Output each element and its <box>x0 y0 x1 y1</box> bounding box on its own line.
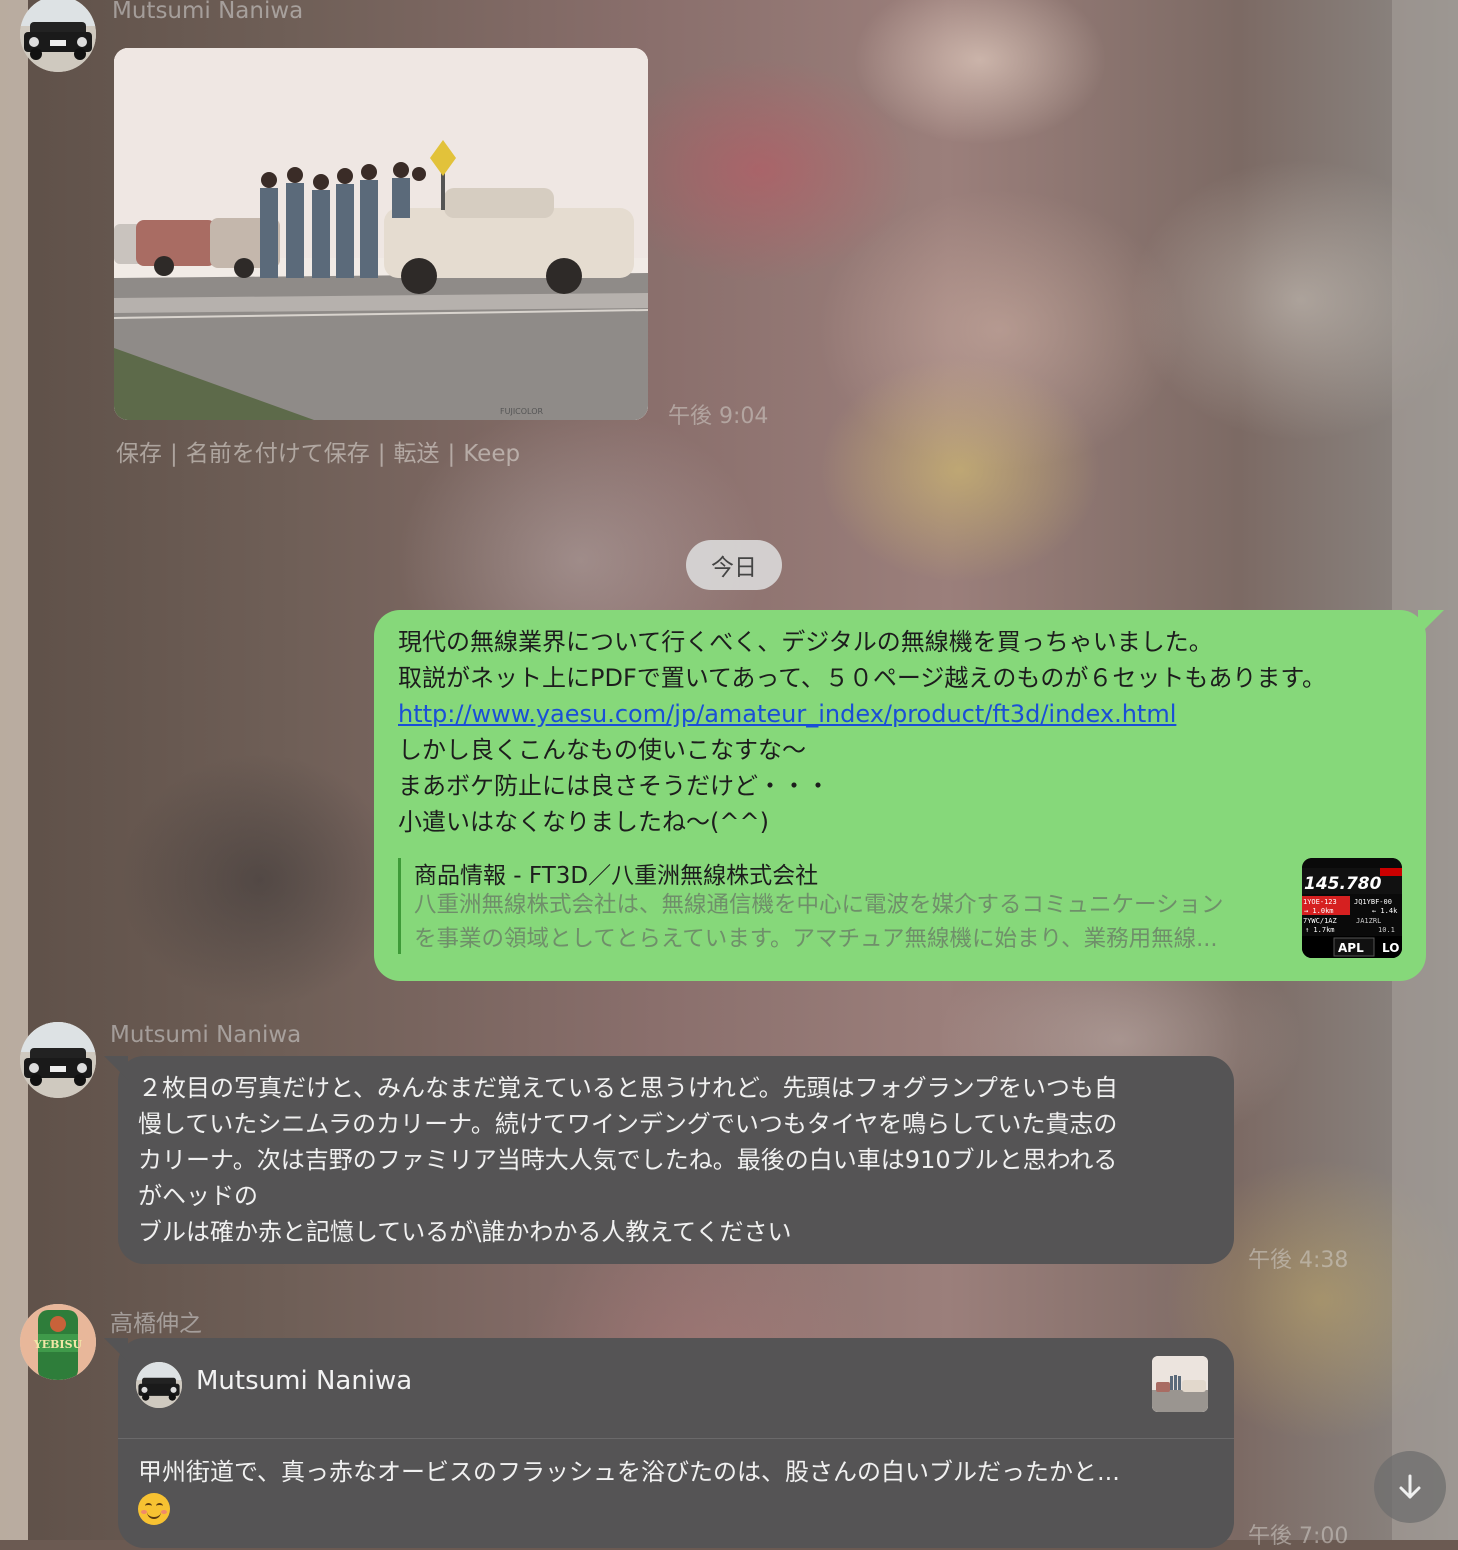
sender-name: Mutsumi Naniwa <box>112 0 304 24</box>
separator: | <box>447 441 456 467</box>
preview-thumb-row: ↑ 1.7km <box>1305 926 1335 934</box>
message-line: 取説がネット上にPDFで置いてあって、５０ページ越えのものが６セットもあります。 <box>398 664 1327 692</box>
message-line: 慢していたシニムラのカリーナ。続けてワインデングでいつもタイヤを鳴らしていた貴志… <box>138 1110 1118 1138</box>
message-time: 午後 9:04 <box>668 404 769 429</box>
preview-accent-bar <box>398 858 401 954</box>
preview-thumbnail: 145.780 1YOE-123 JQ1YBF-00 → 1.0km ← 1.4… <box>1302 858 1402 958</box>
message-text: 甲州街道で、真っ赤なオービスのフラッシュを浴びたのは、股さんの白いブルだったかと… <box>138 1458 1120 1486</box>
preview-description: 八重洲無線株式会社は、無線通信機を中心に電波を媒介するコミュニケーション を事業… <box>414 888 1284 956</box>
sender-avatar[interactable] <box>20 1022 96 1098</box>
incoming-message[interactable]: ２枚目の写真だけと、みんなまだ覚えていると思うけれど。先頭はフォグランプをいつも… <box>104 1056 1234 1264</box>
message-line: まあボケ防止には良さそうだけど・・・ <box>398 772 830 800</box>
arrow-down-icon <box>1399 1474 1421 1499</box>
message-time: 午後 7:00 <box>1248 1524 1349 1549</box>
preview-thumb-button: APL <box>1338 941 1364 955</box>
forward-link[interactable]: 転送 <box>394 434 440 468</box>
separator: | <box>170 441 178 467</box>
scroll-to-bottom-button[interactable] <box>1374 1451 1446 1523</box>
preview-thumb-row: JA1ZRL <box>1356 917 1381 925</box>
message-line: カリーナ。次は吉野のファミリア当時大人気でしたね。最後の白い車は910ブルと思わ… <box>138 1146 1118 1174</box>
separator: | <box>377 441 386 467</box>
preview-thumb-row: → 1.0km <box>1304 907 1334 915</box>
smiling-face-emoji <box>138 1493 170 1525</box>
outgoing-message[interactable]: 現代の無線業界について行くべく、デジタルの無線機を買っちゃいました。 取説がネッ… <box>374 610 1444 981</box>
preview-title: 商品情報 - FT3D／八重洲無線株式会社 <box>414 863 819 889</box>
sender-name: Mutsumi Naniwa <box>110 1022 302 1048</box>
preview-thumb-row: JQ1YBF-00 <box>1354 898 1392 906</box>
message-line: がヘッドの <box>138 1182 258 1210</box>
sender-avatar[interactable]: YEBISU <box>20 1304 96 1380</box>
avatar-label: YEBISU <box>33 1338 83 1351</box>
quoted-photo-thumbnail <box>1152 1356 1208 1412</box>
message-line: 現代の無線業界について行くべく、デジタルの無線機を買っちゃいました。 <box>398 628 1213 656</box>
quoted-sender-avatar <box>136 1362 182 1408</box>
message-line: ブルは確か赤と記憶しているが\誰かわかる人教えてください <box>138 1218 792 1246</box>
message-link[interactable]: http://www.yaesu.com/jp/amateur_index/pr… <box>398 700 1176 728</box>
message-line: ２枚目の写真だけと、みんなまだ覚えていると思うけれど。先頭はフォグランプをいつも… <box>138 1074 1118 1102</box>
save-link[interactable]: 保存 <box>116 434 162 468</box>
photo-message[interactable]: FUJICOLOR <box>114 48 648 420</box>
reply-message[interactable]: Mutsumi Naniwa 甲州街道で、真っ赤なオービスのフラッシュを浴びたの… <box>104 1338 1234 1548</box>
date-divider: 今日 <box>686 540 782 590</box>
save-as-link[interactable]: 名前を付けて保存 <box>186 434 370 468</box>
message-line: 小遣いはなくなりましたね〜(^^) <box>398 808 769 836</box>
message-time: 午後 4:38 <box>1248 1248 1349 1273</box>
preview-description-line: を事業の領域としてとらえています。アマチュア無線機に始まり、業務用無線... <box>414 926 1218 952</box>
preview-thumb-row: 10.1 <box>1378 926 1395 934</box>
quoted-message[interactable]: Mutsumi Naniwa <box>118 1338 1234 1439</box>
photo-actions: 保存 | 名前を付けて保存 | 転送 | Keep <box>116 434 520 468</box>
photo-stamp: FUJICOLOR <box>500 407 544 416</box>
keep-link[interactable]: Keep <box>463 441 520 467</box>
preview-thumb-row: 7YWC/1AZ <box>1303 917 1337 925</box>
preview-description-line: 八重洲無線株式会社は、無線通信機を中心に電波を媒介するコミュニケーション <box>414 892 1224 918</box>
link-preview[interactable]: 商品情報 - FT3D／八重洲無線株式会社 八重洲無線株式会社は、無線通信機を中… <box>398 856 1402 958</box>
preview-thumb-row: 1YOE-123 <box>1303 898 1337 906</box>
preview-thumb-row: ← 1.4k <box>1372 907 1398 915</box>
sender-name: 高橋伸之 <box>110 1311 202 1337</box>
preview-thumb-frequency: 145.780 <box>1304 874 1382 894</box>
message-line: しかし良くこんなもの使いこなすな〜 <box>398 736 806 764</box>
preview-thumb-button: LO <box>1382 941 1399 955</box>
quoted-sender-name: Mutsumi Naniwa <box>196 1366 413 1396</box>
